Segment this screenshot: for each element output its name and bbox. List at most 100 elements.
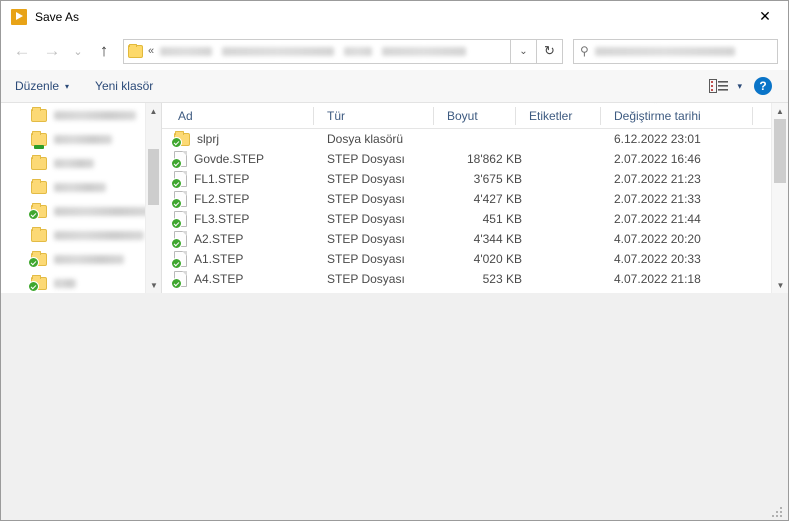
file-icon: [171, 191, 187, 209]
column-header[interactable]: Boyut: [447, 103, 478, 129]
column-header[interactable]: Ad: [178, 103, 193, 129]
organize-button[interactable]: Düzenle ▾: [15, 79, 69, 93]
file-name-cell[interactable]: slprj: [171, 129, 220, 149]
folder-icon: [31, 130, 47, 149]
refresh-icon[interactable]: ↻: [537, 38, 563, 64]
nav-pane-item[interactable]: [1, 151, 161, 175]
file-size-cell: [422, 129, 522, 149]
nav-pane-item[interactable]: [1, 103, 161, 127]
view-layout-icon[interactable]: [708, 77, 730, 95]
help-button[interactable]: ?: [754, 77, 772, 95]
scroll-down-icon[interactable]: ▼: [772, 277, 788, 293]
column-divider[interactable]: [752, 107, 753, 125]
scrollbar-thumb[interactable]: [148, 149, 159, 205]
nav-pane-item[interactable]: [1, 247, 161, 271]
file-date-cell: 6.12.2022 23:01: [614, 132, 701, 146]
navigation-pane-scrollbar[interactable]: ▲ ▼: [145, 103, 161, 293]
sync-check-icon: [28, 280, 39, 292]
file-name: FL2.STEP: [194, 192, 250, 206]
column-divider[interactable]: [600, 107, 601, 125]
navigation-bar: ← → ⌄ ↑ « ⌄ ↻ ⚲: [1, 32, 788, 70]
column-divider[interactable]: [433, 107, 434, 125]
scroll-up-icon[interactable]: ▲: [146, 103, 161, 119]
table-row[interactable]: A4.STEP STEP Dosyası 523 KB 4.07.2022 21:18: [162, 269, 788, 289]
pin-icon: [34, 144, 44, 149]
scroll-down-icon[interactable]: ▼: [146, 277, 161, 293]
nav-pane-item-label: [54, 110, 136, 120]
file-date-cell: 2.07.2022 21:23: [614, 172, 701, 186]
recent-locations-button[interactable]: ⌄: [67, 36, 89, 66]
column-header[interactable]: Tür: [327, 103, 345, 129]
column-header[interactable]: Değiştirme tarihi ⌃: [614, 103, 701, 129]
file-name: A4.STEP: [194, 272, 244, 286]
file-name-cell[interactable]: A4.STEP: [171, 269, 244, 289]
breadcrumb-segment[interactable]: [160, 46, 213, 56]
sort-ascending-icon: ⌃: [652, 103, 659, 109]
file-type-cell: STEP Dosyası: [327, 192, 405, 206]
nav-pane-item[interactable]: [1, 127, 161, 151]
file-size-cell: 451 KB: [482, 212, 522, 226]
nav-pane-item[interactable]: [1, 175, 161, 199]
scrollbar-thumb[interactable]: [774, 119, 786, 183]
file-name: slprj: [197, 132, 220, 146]
back-button[interactable]: ←: [7, 36, 37, 66]
nav-pane-item[interactable]: [1, 199, 161, 223]
file-name-cell[interactable]: FL1.STEP: [171, 169, 249, 189]
nav-pane-item-label: [54, 254, 124, 264]
file-name-cell[interactable]: Govde.STEP: [171, 149, 264, 169]
file-name-cell[interactable]: FL3.STEP: [171, 209, 250, 229]
breadcrumb-overflow-icon[interactable]: «: [148, 45, 154, 57]
chevron-down-icon: ▾: [65, 81, 70, 91]
file-name-cell[interactable]: FL2.STEP: [171, 189, 250, 209]
new-folder-button[interactable]: Yeni klasör: [95, 79, 153, 93]
file-name-cell[interactable]: A2.STEP: [171, 229, 243, 249]
search-icon: ⚲: [580, 44, 589, 58]
file-date-cell: 4.07.2022 21:18: [614, 272, 701, 286]
sync-check-icon: [171, 198, 182, 209]
scroll-up-icon[interactable]: ▲: [772, 103, 788, 119]
forward-button[interactable]: →: [37, 36, 67, 66]
file-type-cell: STEP Dosyası: [327, 212, 405, 226]
file-name: FL3.STEP: [194, 212, 250, 226]
table-row[interactable]: Govde.STEP STEP Dosyası 18'862 KB 2.07.2022…: [162, 149, 788, 169]
column-header[interactable]: Etiketler: [529, 103, 572, 129]
file-icon: [171, 251, 187, 269]
nav-pane-item[interactable]: [1, 271, 161, 293]
nav-pane-item-label: [54, 158, 94, 168]
address-dropdown-icon[interactable]: ⌄: [511, 38, 537, 64]
folder-icon: [31, 178, 47, 194]
table-row[interactable]: A1.STEP STEP Dosyası 4'020 KB 4.07.2022 20:…: [162, 249, 788, 269]
file-list-scrollbar[interactable]: ▲ ▼: [771, 103, 788, 293]
close-icon[interactable]: ✕: [742, 1, 788, 31]
nav-pane-item-label: [54, 206, 150, 216]
table-row[interactable]: FL3.STEP STEP Dosyası 451 KB 2.07.2022 21:4…: [162, 209, 788, 229]
nav-pane-item[interactable]: [1, 223, 161, 247]
address-bar[interactable]: «: [123, 38, 511, 64]
table-row[interactable]: slprj Dosya klasörü 6.12.2022 23:01: [162, 129, 788, 149]
table-row[interactable]: FL1.STEP STEP Dosyası 3'675 KB 2.07.2022 21…: [162, 169, 788, 189]
solidworks-play-icon: [11, 8, 27, 25]
breadcrumb-segment[interactable]: [344, 46, 373, 56]
file-name-cell[interactable]: A1.STEP: [171, 249, 243, 269]
breadcrumb-segment[interactable]: [382, 46, 467, 56]
breadcrumb-segment[interactable]: [222, 46, 335, 56]
up-button[interactable]: ↑: [89, 36, 119, 66]
nav-pane-item-label: [54, 182, 106, 192]
file-type-cell: STEP Dosyası: [327, 152, 405, 166]
sync-check-icon: [171, 258, 182, 269]
view-options-caret-icon[interactable]: ▾: [737, 81, 742, 92]
sync-check-icon: [171, 218, 182, 229]
folder-icon: [28, 250, 47, 268]
sync-check-icon: [28, 256, 39, 268]
table-row[interactable]: FL2.STEP STEP Dosyası 4'427 KB 2.07.2022 21…: [162, 189, 788, 209]
file-size-cell: 18'862 KB: [466, 152, 522, 166]
column-divider[interactable]: [515, 107, 516, 125]
resize-grip[interactable]: [772, 505, 784, 517]
navigation-pane-items: [1, 103, 161, 293]
sync-check-icon: [28, 208, 39, 220]
folder-icon: [31, 106, 47, 122]
table-row[interactable]: A2.STEP STEP Dosyası 4'344 KB 4.07.2022 20:…: [162, 229, 788, 249]
folder-icon: [171, 130, 190, 148]
search-input[interactable]: ⚲: [573, 38, 778, 64]
column-divider[interactable]: [313, 107, 314, 125]
